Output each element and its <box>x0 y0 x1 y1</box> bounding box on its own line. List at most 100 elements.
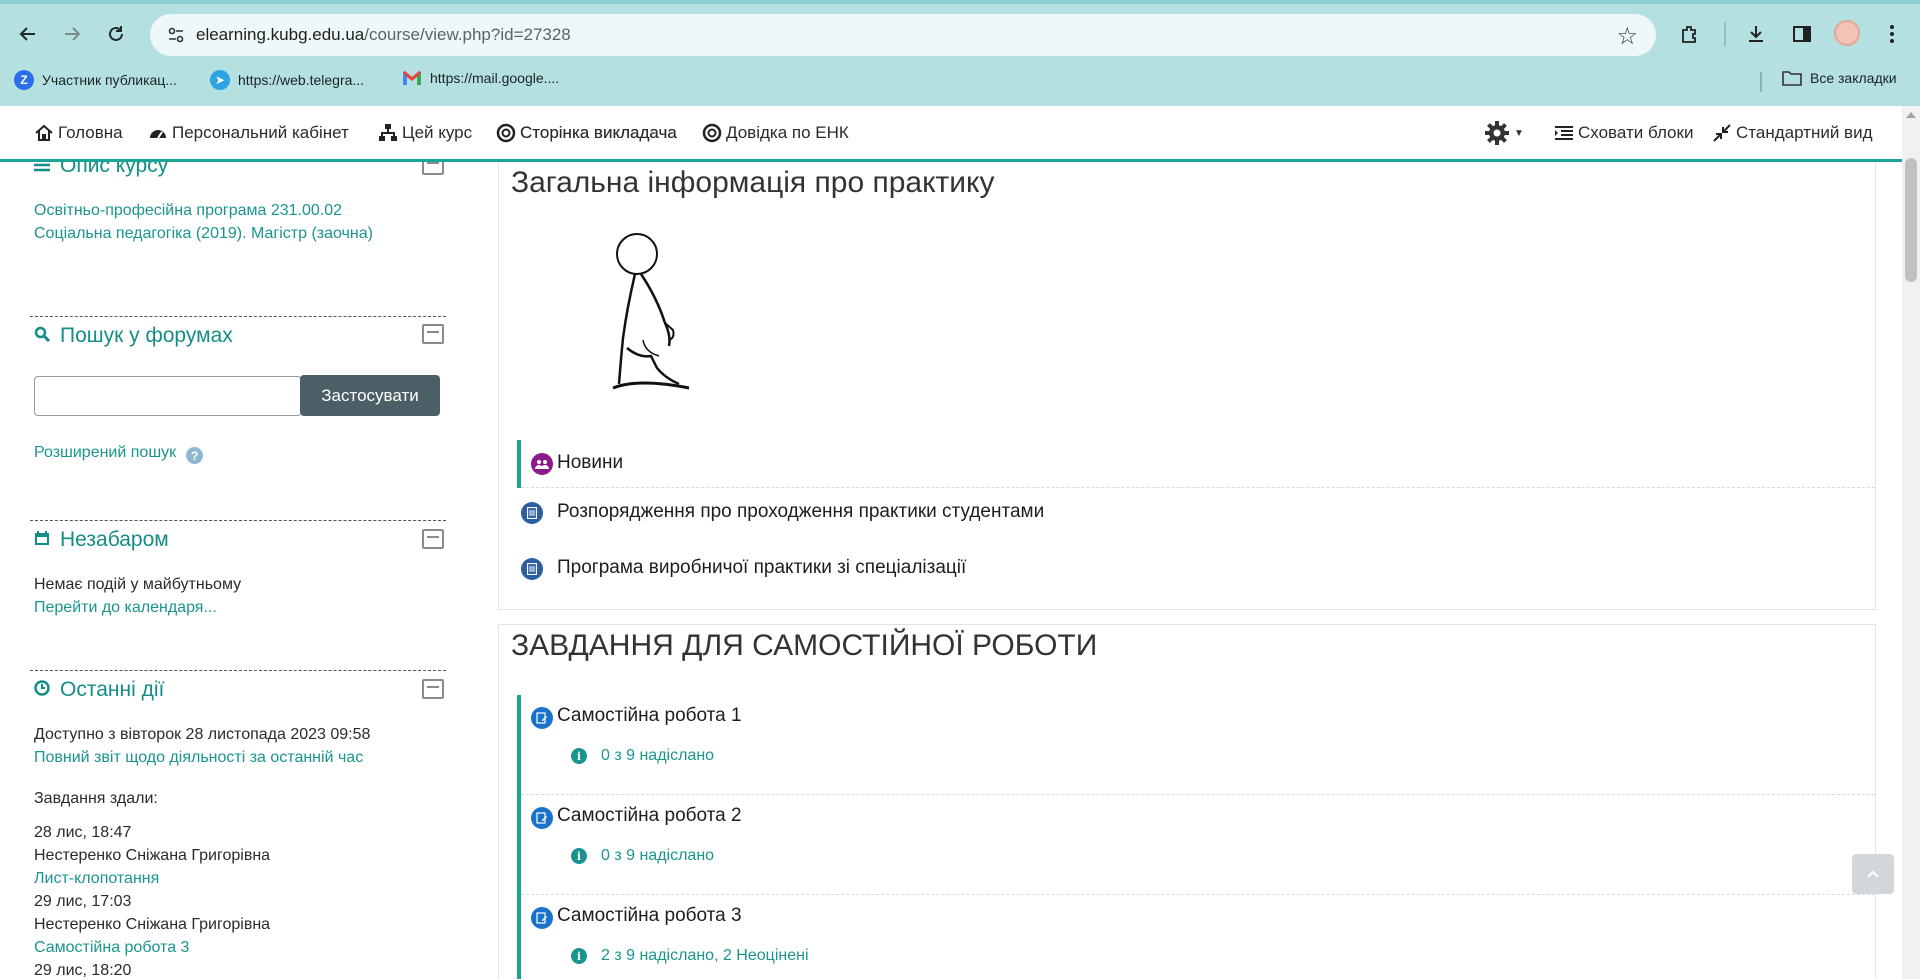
recent-entry-task-link[interactable]: Самостійна робота 3 <box>34 939 189 957</box>
scrollbar-thumb[interactable] <box>1905 158 1917 282</box>
submission-status-text[interactable]: 0 з 9 надіслано <box>601 847 714 865</box>
bookmark-item-1[interactable]: Z Участник публикац... <box>14 70 177 90</box>
block-separator <box>30 316 446 317</box>
forum-search-title[interactable]: Пошук у форумах <box>34 324 233 348</box>
full-report-link[interactable]: Повний звіт щодо діяльності за останній … <box>34 749 363 767</box>
toolbar-separator <box>1724 22 1726 46</box>
nav-teacher-page-overlay[interactable]: Сторінка викладача <box>496 123 677 143</box>
browser-chrome: elearning.kubg.edu.ua/course/view.php?id… <box>0 0 1920 106</box>
menu-kebab-icon[interactable] <box>1876 18 1908 50</box>
back-to-top-button[interactable] <box>1852 854 1894 894</box>
hide-blocks-button[interactable]: Сховати блоки <box>1554 123 1693 143</box>
lifebuoy-icon <box>496 123 516 143</box>
standard-view-button[interactable]: Стандартний вид <box>1712 123 1873 143</box>
back-button[interactable] <box>12 18 44 50</box>
course-program-link-line1[interactable]: Освітньо-професійна програма 231.00.02 <box>34 202 342 220</box>
assignment-icon <box>531 807 553 829</box>
recent-activity-title[interactable]: Останні дії <box>34 678 164 702</box>
bookmark-item-3[interactable]: https://mail.google.... <box>402 70 559 86</box>
recent-entry-time: 29 лис, 18:20 <box>34 962 132 979</box>
site-info-icon[interactable] <box>164 23 188 47</box>
standard-view-label: Стандартний вид <box>1736 123 1873 142</box>
nav-help[interactable]: Довідка по ЕНК <box>702 123 849 143</box>
nav-this-course-label: Цей курс <box>402 123 473 142</box>
folder-icon <box>1782 71 1802 86</box>
file-icon <box>521 502 543 524</box>
section-illustration <box>599 228 709 398</box>
advanced-search-link[interactable]: Розширений пошук <box>34 444 176 462</box>
tab-strip-edge <box>0 0 1920 4</box>
assignment-name[interactable]: Самостійна робота 3 <box>557 905 742 927</box>
course-program-link-line2[interactable]: Соціальна педагогіка (2019). Магістр (за… <box>34 225 373 243</box>
advanced-search-row: Розширений пошук ? <box>34 441 204 464</box>
bookmark-label: https://web.telegra... <box>238 72 365 88</box>
download-icon[interactable] <box>1740 18 1772 50</box>
submission-status[interactable]: i 0 з 9 надіслано <box>571 847 714 865</box>
recent-entry-user: Нестеренко Сніжана Григорівна <box>34 847 271 864</box>
scroll-up-arrow-icon[interactable] <box>1906 112 1916 118</box>
submission-status[interactable]: i 2 з 9 надіслано, 2 Неоцінені <box>571 947 809 965</box>
collapse-block-icon[interactable] <box>422 679 444 699</box>
section-title: Загальна інформація про практику <box>511 166 995 199</box>
recent-entry-task-link[interactable]: Лист-клопотання <box>34 870 159 888</box>
assignment-name[interactable]: Самостійна робота 1 <box>557 705 742 727</box>
activity-item[interactable]: Новини <box>517 440 1875 488</box>
block-separator <box>30 670 446 671</box>
submission-status-text[interactable]: 2 з 9 надіслано, 2 Неоцінені <box>601 947 809 965</box>
file-icon <box>521 558 543 580</box>
go-to-calendar-link[interactable]: Перейти до календаря... <box>34 599 217 617</box>
hide-blocks-label: Сховати блоки <box>1578 123 1694 142</box>
forum-search-input[interactable] <box>34 376 302 416</box>
recent-entry-time: 28 лис, 18:47 <box>34 824 132 841</box>
arrow-right-icon <box>65 27 81 41</box>
nav-this-course-overlay[interactable]: Цей курс <box>378 123 472 143</box>
info-icon: i <box>571 748 587 764</box>
profile-avatar[interactable] <box>1834 20 1860 46</box>
collapse-block-icon[interactable] <box>422 529 444 549</box>
nav-home-overlay[interactable]: Головна <box>34 123 123 143</box>
address-bar[interactable]: elearning.kubg.edu.ua/course/view.php?id… <box>150 14 1656 56</box>
bookmark-star-icon[interactable]: ☆ <box>1616 22 1638 51</box>
upcoming-title[interactable]: Незабаром <box>34 528 169 552</box>
assignment-name[interactable]: Самостійна робота 2 <box>557 805 742 827</box>
bookmark-item-2[interactable]: ➤ https://web.telegra... <box>210 70 364 90</box>
extensions-icon[interactable] <box>1674 18 1706 50</box>
submission-status[interactable]: i 0 з 9 надіслано <box>571 747 714 765</box>
nav-dashboard-label: Персональний кабінет <box>172 123 349 142</box>
all-bookmarks-label: Все закладки <box>1810 70 1897 86</box>
clock-icon <box>34 678 50 702</box>
section-title: ЗАВДАННЯ ДЛЯ САМОСТІЙНОЇ РОБОТИ <box>511 629 1098 662</box>
bookmarks-bar: Z Участник публикац... ➤ https://web.tel… <box>0 66 1920 96</box>
activity-name[interactable]: Програма виробничої практики зі спеціалі… <box>557 557 966 579</box>
gmail-icon <box>402 70 422 86</box>
lifebuoy-icon <box>702 123 722 143</box>
page-scrollbar[interactable] <box>1902 106 1920 979</box>
home-icon <box>35 124 53 141</box>
forum-icon <box>531 453 553 475</box>
course-section-self-work: ЗАВДАННЯ ДЛЯ САМОСТІЙНОЇ РОБОТИ Самостій… <box>498 624 1876 979</box>
caret-down-icon: ▼ <box>1514 127 1524 139</box>
nav-dashboard-overlay[interactable]: Персональний кабінет <box>148 123 349 143</box>
available-since-text: Доступно з вівторок 28 листопада 2023 09… <box>34 726 371 743</box>
url-path: /course/view.php?id=27328 <box>364 25 571 44</box>
url-text[interactable]: elearning.kubg.edu.ua/course/view.php?id… <box>196 25 571 45</box>
recent-activity-title-text: Останні дії <box>60 678 165 701</box>
apply-search-button[interactable]: Застосувати <box>300 375 440 416</box>
help-question-icon[interactable]: ? <box>186 447 204 464</box>
forward-button[interactable] <box>56 18 88 50</box>
all-bookmarks-button[interactable]: Все закладки <box>1782 70 1897 86</box>
bookmark-label: https://mail.google.... <box>430 70 560 86</box>
side-panel-icon[interactable] <box>1786 18 1818 50</box>
assignment-item[interactable]: Самостійна робота 1 i 0 з 9 надіслано <box>517 695 1875 795</box>
block-separator <box>30 520 446 521</box>
submission-status-text[interactable]: 0 з 9 надіслано <box>601 747 714 765</box>
assignment-item[interactable]: Самостійна робота 2 i 0 з 9 надіслано <box>517 795 1875 895</box>
settings-menu[interactable]: ▼ <box>1484 120 1524 146</box>
upcoming-title-text: Незабаром <box>60 528 169 551</box>
z-logo-icon: Z <box>14 70 34 90</box>
reload-button[interactable] <box>100 18 132 50</box>
assignment-item[interactable]: Самостійна робота 3 i 2 з 9 надіслано, 2… <box>517 895 1875 979</box>
activity-name[interactable]: Розпорядження про проходження практики с… <box>557 501 1044 523</box>
collapse-block-icon[interactable] <box>422 324 444 344</box>
activity-name[interactable]: Новини <box>557 452 623 474</box>
